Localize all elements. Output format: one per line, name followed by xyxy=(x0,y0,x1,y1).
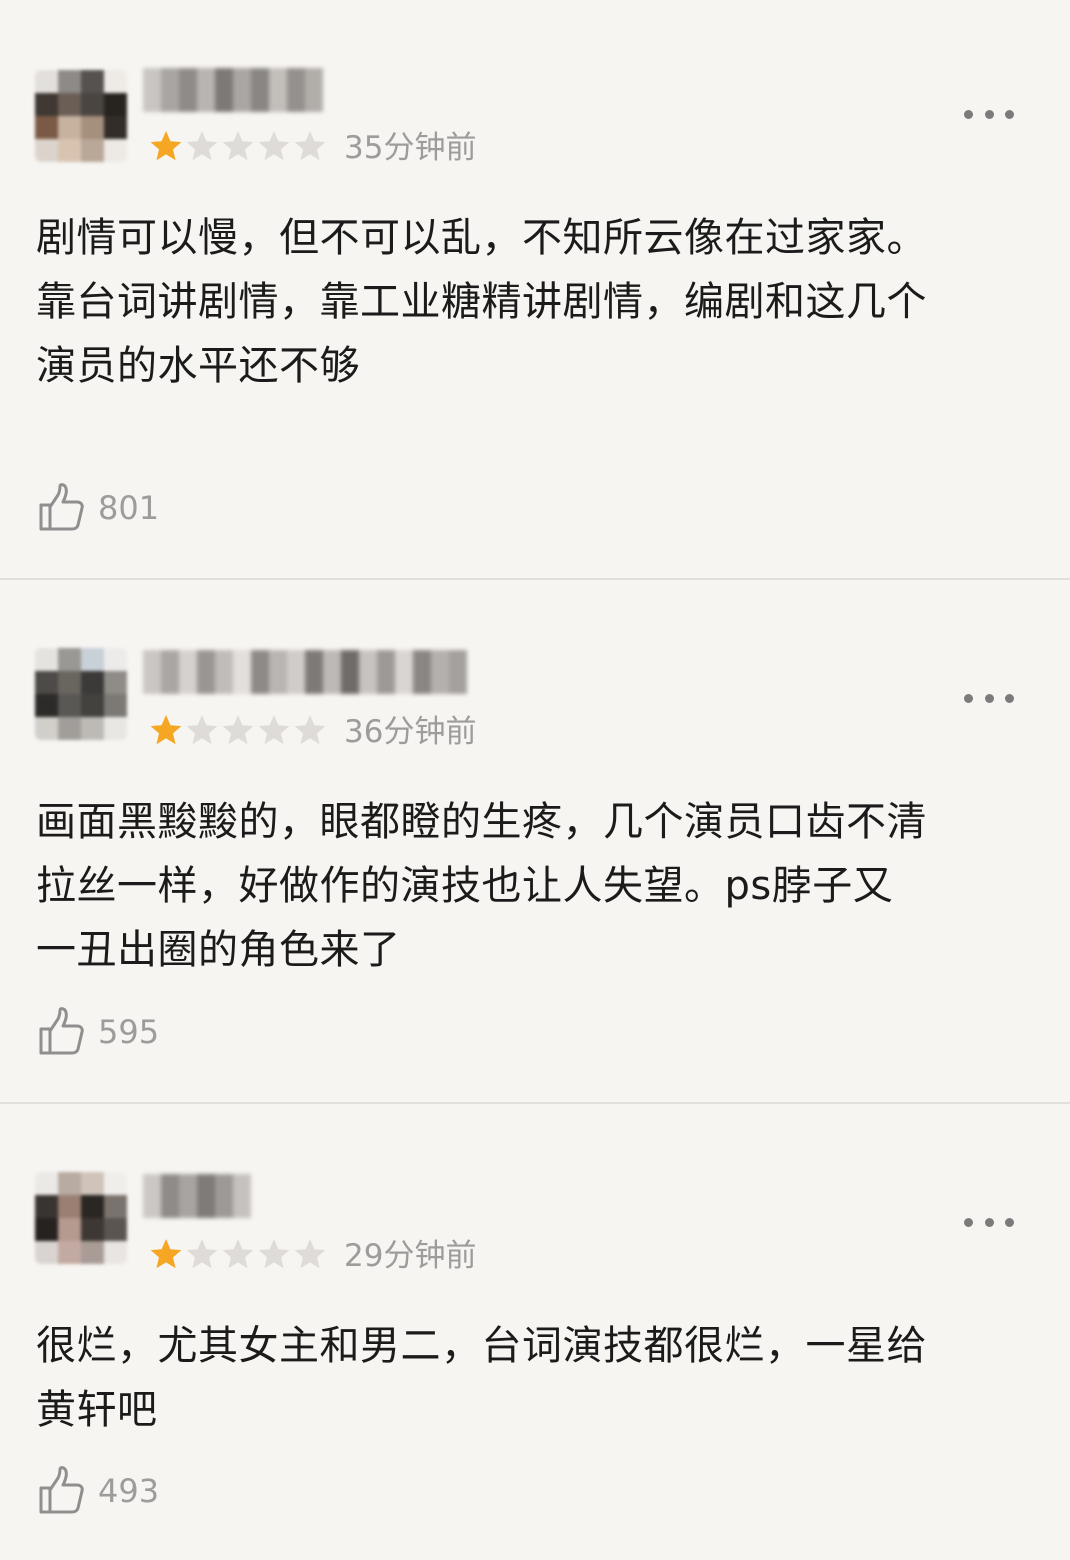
review-content: 画面黑黢黢的，眼都瞪的生疼，几个演员口齿不清 拉丝一样，好做作的演技也让人失望。… xyxy=(36,799,927,973)
star-empty-icon xyxy=(258,715,290,745)
star-empty-icon xyxy=(258,1239,290,1269)
star-empty-icon xyxy=(186,715,218,745)
username-blurred[interactable] xyxy=(143,1174,251,1218)
star-empty-icon xyxy=(294,131,326,161)
username-blurred[interactable] xyxy=(143,68,325,112)
more-dots-icon[interactable] xyxy=(964,1212,1014,1232)
review-time: 29分钟前 xyxy=(344,1238,477,1274)
avatar[interactable] xyxy=(35,648,127,740)
review-content: 很烂，尤其女主和男二，台词演技都很烂，一星给 黄轩吧 xyxy=(36,1323,927,1433)
more-dots-icon[interactable] xyxy=(964,688,1014,708)
star-rating xyxy=(149,713,327,747)
avatar[interactable] xyxy=(35,70,127,162)
star-rating xyxy=(149,1237,327,1271)
like-count: 801 xyxy=(98,489,160,527)
like-button[interactable]: 595 xyxy=(36,1006,159,1058)
review-time: 36分钟前 xyxy=(344,714,477,750)
avatar[interactable] xyxy=(35,1172,127,1264)
review-time: 35分钟前 xyxy=(344,130,477,166)
star-filled-icon xyxy=(150,1239,182,1269)
star-empty-icon xyxy=(294,715,326,745)
star-empty-icon xyxy=(222,715,254,745)
star-empty-icon xyxy=(222,1239,254,1269)
star-empty-icon xyxy=(186,1239,218,1269)
divider xyxy=(0,1102,1070,1104)
star-empty-icon xyxy=(294,1239,326,1269)
star-filled-icon xyxy=(150,131,182,161)
like-count: 595 xyxy=(98,1013,160,1051)
thumbs-up-icon xyxy=(36,1006,88,1058)
thumbs-up-icon xyxy=(36,482,88,534)
divider xyxy=(0,578,1070,580)
like-button[interactable]: 801 xyxy=(36,482,159,534)
more-dots-icon[interactable] xyxy=(964,104,1014,124)
star-empty-icon xyxy=(186,131,218,161)
like-button[interactable]: 493 xyxy=(36,1465,159,1517)
star-rating xyxy=(149,129,327,163)
username-blurred[interactable] xyxy=(143,650,467,694)
star-empty-icon xyxy=(258,131,290,161)
star-empty-icon xyxy=(222,131,254,161)
review-content: 剧情可以慢，但不可以乱，不知所云像在过家家。 靠台词讲剧情，靠工业糖精讲剧情，编… xyxy=(36,215,927,389)
like-count: 493 xyxy=(98,1472,160,1510)
star-filled-icon xyxy=(150,715,182,745)
thumbs-up-icon xyxy=(36,1465,88,1517)
